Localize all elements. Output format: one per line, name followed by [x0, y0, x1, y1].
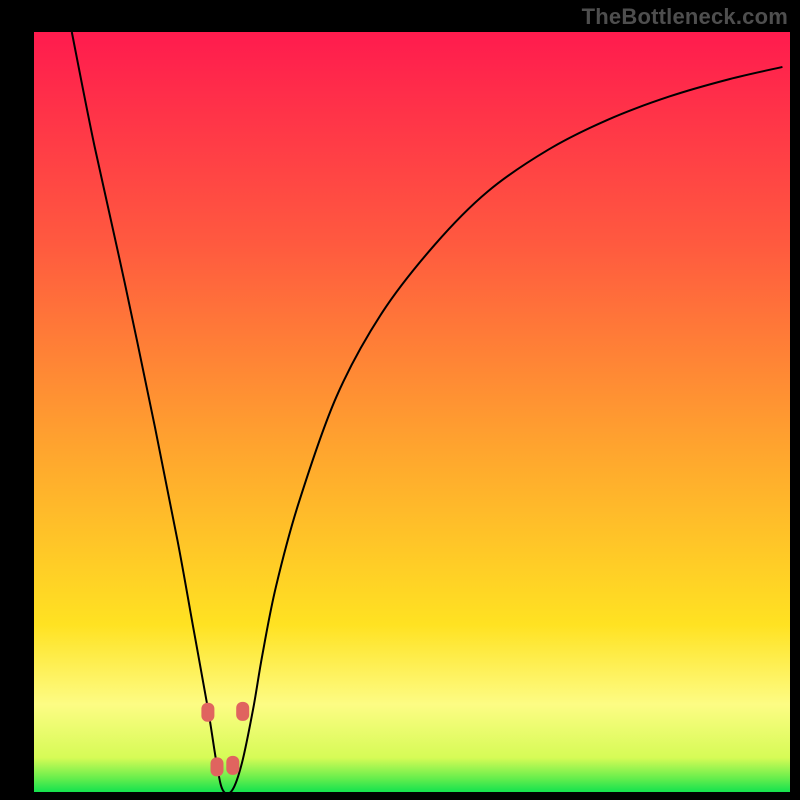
optimal-marker [201, 703, 214, 722]
plot-background [34, 32, 790, 792]
bottleneck-plot [0, 0, 800, 800]
optimal-marker [211, 757, 224, 776]
optimal-marker [236, 702, 249, 721]
chart-frame: TheBottleneck.com [0, 0, 800, 800]
watermark-text: TheBottleneck.com [582, 4, 788, 30]
optimal-marker [226, 756, 239, 775]
